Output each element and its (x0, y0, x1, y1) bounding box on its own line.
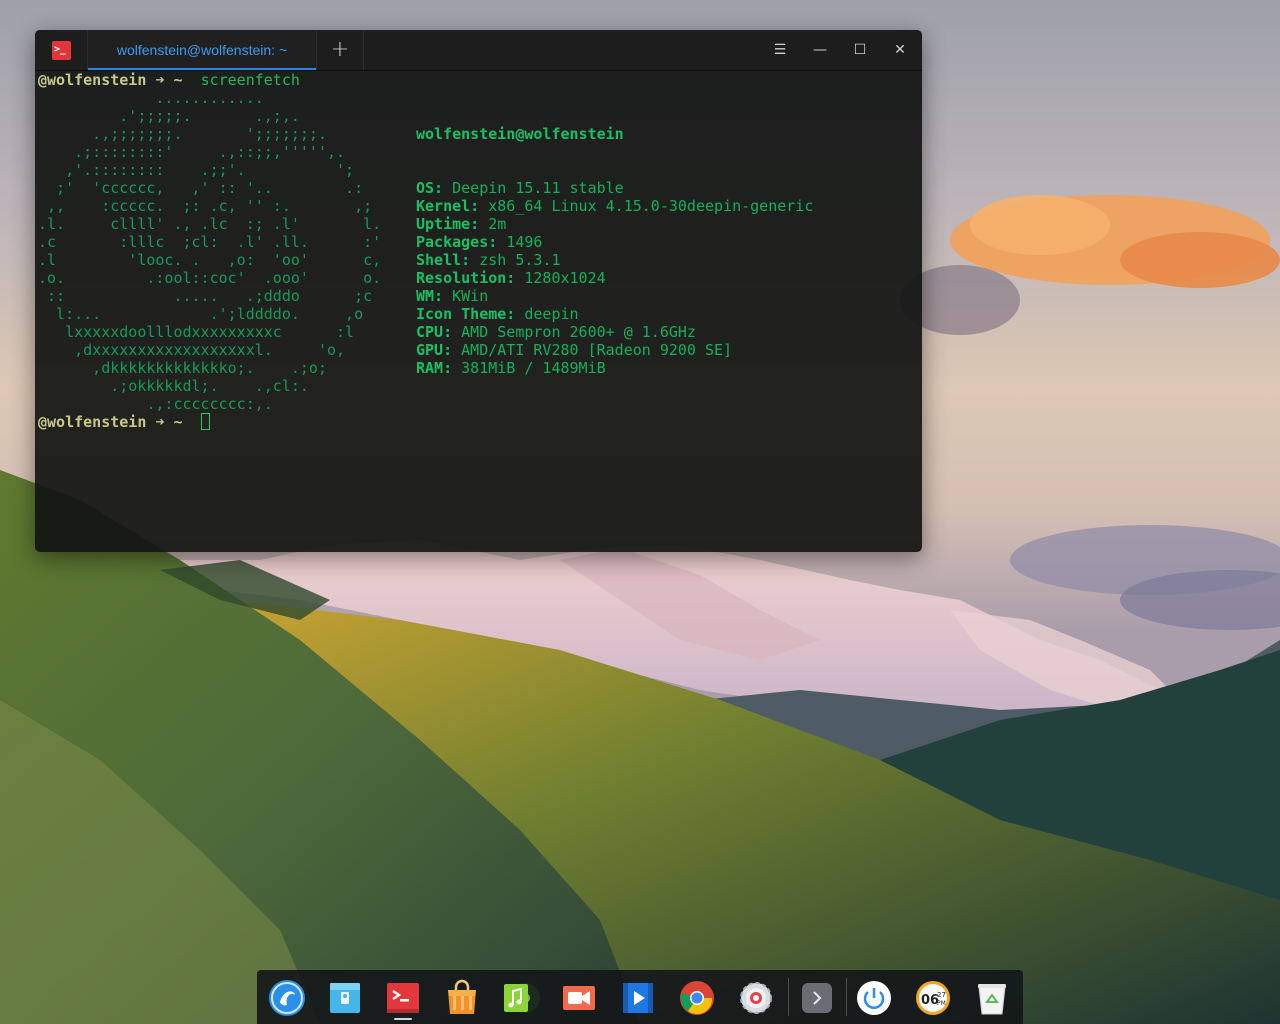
info-row: Resolution: 1280x1024 (416, 269, 813, 287)
clock-ampm: PM (937, 1000, 946, 1007)
trash-icon[interactable] (972, 978, 1012, 1018)
info-userhost: wolfenstein@wolfenstein (416, 125, 624, 143)
info-row: Kernel: x86_64 Linux 4.15.0-30deepin-gen… (416, 197, 813, 215)
info-value: AMD/ATI RV280 [Radeon 9200 SE] (461, 341, 733, 359)
prompt-line: @wolfenstein ➜ ~ screenfetch (38, 71, 300, 89)
info-value: deepin (524, 305, 579, 323)
info-value: Deepin 15.11 stable (452, 179, 624, 197)
maximize-button[interactable]: ☐ (840, 30, 880, 70)
ascii-art-line: .,:cccccccc:,. (38, 395, 273, 413)
launcher-icon[interactable] (267, 978, 307, 1018)
info-value: 1280x1024 (524, 269, 606, 287)
info-row: Icon Theme: deepin (416, 305, 813, 323)
prompt-line[interactable]: @wolfenstein ➜ ~ (38, 413, 210, 431)
command-text: screenfetch (200, 71, 300, 89)
prompt-arrow-icon: ➜ (155, 71, 165, 89)
terminal-icon[interactable] (383, 978, 423, 1018)
prompt-user: @wolfenstein (38, 71, 147, 89)
terminal-window[interactable]: >_ wolfenstein@wolfenstein: ~ + ☰ — ☐ ✕ … (35, 30, 922, 552)
info-value: 381MiB / 1489MiB (461, 359, 606, 377)
ascii-art-line: ,'.:::::::: .;;'. '; (38, 161, 355, 179)
ascii-art-line: ,, :ccccc. ;: .c, '' :. ,; (38, 197, 373, 215)
ascii-art-line: :: ..... .;dddo ;c (38, 287, 373, 305)
menu-icon[interactable]: ☰ (760, 30, 800, 70)
prompt-dir: ~ (173, 71, 183, 89)
chrome-icon[interactable] (677, 978, 717, 1018)
ascii-art-line: .c :lllc ;cl: .l' .ll. :' (38, 233, 382, 251)
active-tab-indicator (88, 68, 316, 70)
prompt-arrow-icon: ➜ (155, 413, 165, 431)
info-row: RAM: 381MiB / 1489MiB (416, 359, 813, 377)
video-player-icon[interactable] (618, 978, 658, 1018)
ascii-art-line: .;::::::::' .,::;;,''''',. (38, 143, 346, 161)
ascii-art-line: .o. .:ool::coc' .ooo' o. (38, 269, 382, 287)
info-value: 1496 (506, 233, 543, 251)
terminal-output[interactable]: @wolfenstein ➜ ~ screenfetch ...........… (38, 71, 918, 549)
clock-minute: 27 (937, 991, 946, 999)
ascii-art-line: .l. cllll' ., .lc :; .l' l. (38, 215, 382, 233)
dock-separator (846, 978, 847, 1016)
app-store-icon[interactable] (442, 978, 482, 1018)
ascii-art-line: l:... .';lddddo. ,o (38, 305, 364, 323)
info-key: Icon Theme: (416, 305, 516, 323)
terminal-app-icon: >_ (52, 41, 71, 60)
info-key: Resolution: (416, 269, 516, 287)
info-row: Shell: zsh 5.3.1 (416, 251, 813, 269)
info-key: WM: (416, 287, 444, 305)
prompt-user: @wolfenstein (38, 413, 147, 431)
show-more-icon[interactable] (797, 978, 837, 1018)
ascii-art-line: lxxxxxdoolllodxxxxxxxxxc :l (38, 323, 355, 341)
info-value: 2m (488, 215, 507, 233)
screen-recorder-icon[interactable] (559, 978, 599, 1018)
title-bar[interactable]: >_ wolfenstein@wolfenstein: ~ + ☰ — ☐ ✕ (35, 30, 922, 71)
dock: 06 27 PM (257, 970, 1023, 1024)
info-row: CPU: AMD Sempron 2600+ @ 1.6GHz (416, 323, 813, 341)
ascii-art-line: ;' 'cccccc, ,' :: '.. .: (38, 179, 364, 197)
running-indicator (394, 1018, 412, 1020)
info-row: Packages: 1496 (416, 233, 813, 251)
ascii-art-line: ............ (38, 89, 264, 107)
power-icon[interactable] (854, 978, 894, 1018)
text-cursor (200, 413, 210, 430)
dock-separator (788, 978, 789, 1016)
info-value: KWin (452, 287, 489, 305)
prompt-dir: ~ (173, 413, 183, 431)
info-key: Packages: (416, 233, 498, 251)
info-key: CPU: (416, 323, 453, 341)
minimize-button[interactable]: — (800, 30, 840, 70)
file-manager-icon[interactable] (325, 978, 365, 1018)
clock-icon[interactable]: 06 27 PM (913, 978, 953, 1018)
info-value: AMD Sempron 2600+ @ 1.6GHz (461, 323, 696, 341)
deepin-ascii-logo: ............ .';;;;;. .,;,. .,;;;;;;;. '… (38, 89, 381, 413)
ascii-art-line: .;okkkkkdl;. .,cl:. (38, 377, 309, 395)
ascii-art-line: .,;;;;;;;. ';;;;;;;. (38, 125, 327, 143)
tab-label: wolfenstein@wolfenstein: ~ (116, 42, 288, 58)
info-row: Uptime: 2m (416, 215, 813, 233)
system-info: wolfenstein@wolfenstein OS: Deepin 15.11… (416, 89, 813, 413)
info-row: WM: KWin (416, 287, 813, 305)
music-icon[interactable] (500, 978, 540, 1018)
new-tab-button[interactable]: + (317, 30, 364, 70)
info-key: GPU: (416, 341, 453, 359)
ascii-art-line: .';;;;;. .,;,. (38, 107, 300, 125)
info-key: Kernel: (416, 197, 480, 215)
info-value: zsh 5.3.1 (479, 251, 561, 269)
info-key: Shell: (416, 251, 471, 269)
close-button[interactable]: ✕ (880, 30, 920, 70)
tab-terminal[interactable]: wolfenstein@wolfenstein: ~ (87, 30, 317, 70)
info-row: OS: Deepin 15.11 stable (416, 179, 813, 197)
info-row: GPU: AMD/ATI RV280 [Radeon 9200 SE] (416, 341, 813, 359)
info-key: Uptime: (416, 215, 480, 233)
info-key: OS: (416, 179, 444, 197)
ascii-art-line: .l 'looc. . ,o: 'oo' c, (38, 251, 382, 269)
info-key: RAM: (416, 359, 453, 377)
settings-icon[interactable] (736, 978, 776, 1018)
info-value: x86_64 Linux 4.15.0-30deepin-generic (488, 197, 814, 215)
ascii-art-line: ,dkkkkkkkkkkkkko;. .;o; (38, 359, 327, 377)
ascii-art-line: ,dxxxxxxxxxxxxxxxxxxl. 'o, (38, 341, 346, 359)
